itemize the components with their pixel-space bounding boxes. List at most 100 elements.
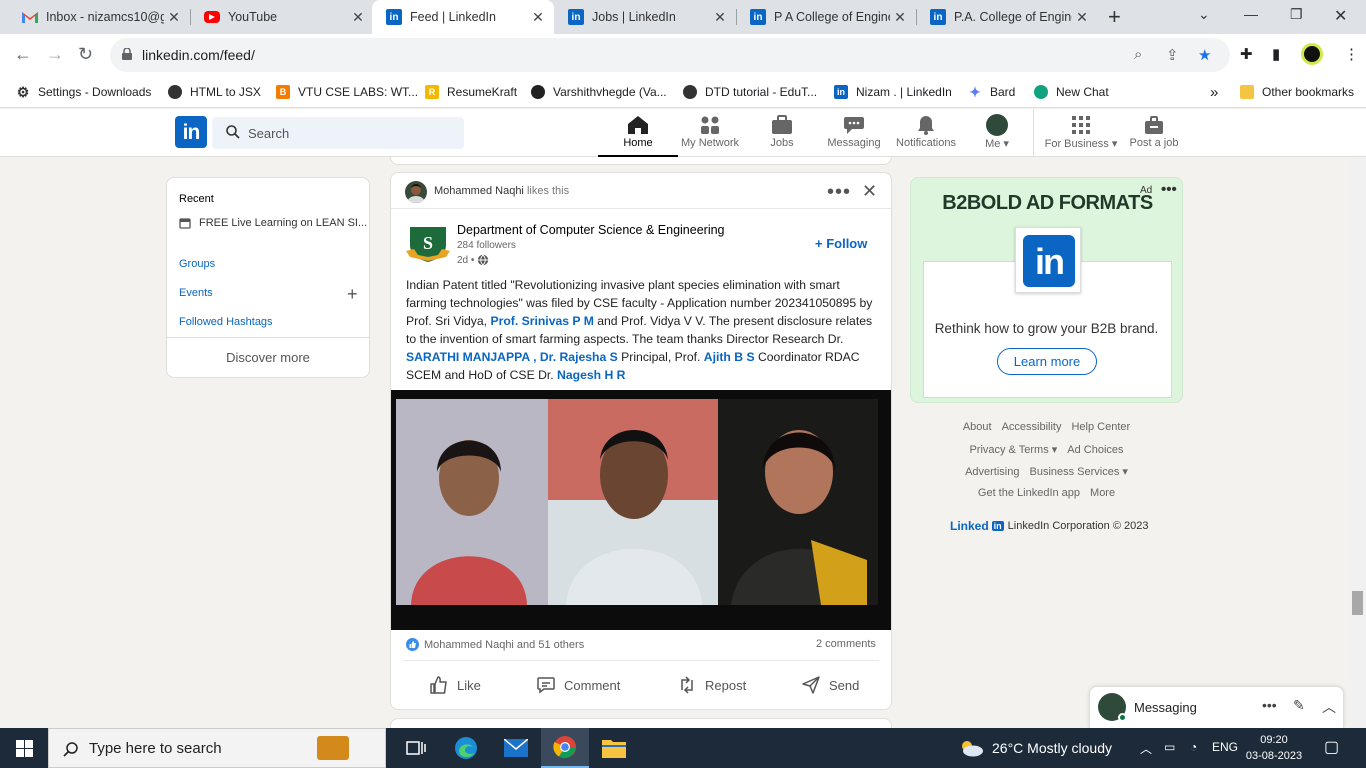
repost-button[interactable]: Repost [677, 675, 746, 695]
footer-help-center[interactable]: Help Center [1071, 421, 1130, 433]
restore-button[interactable]: ❐ [1290, 6, 1303, 23]
comments-count[interactable]: 2 comments [816, 638, 876, 650]
bookmark-resumekraft[interactable]: R ResumeKraft [425, 82, 517, 102]
bookmark-new-chat[interactable]: New Chat [1034, 82, 1109, 102]
tab-linkedin-jobs[interactable]: in Jobs | LinkedIn ✕ [554, 0, 736, 34]
taskbar-edge[interactable] [442, 728, 490, 768]
bookmarks-overflow-button[interactable]: » [1210, 82, 1218, 102]
close-tab-icon[interactable]: ✕ [528, 9, 548, 26]
mention-link[interactable]: SARATHI MANJAPPA , [406, 350, 536, 364]
comment-button[interactable]: Comment [536, 675, 620, 695]
show-hidden-icons[interactable]: ︿ [1140, 740, 1152, 757]
taskbar-search-input[interactable]: Type here to search [48, 728, 386, 768]
messaging-options-icon[interactable]: ••• [1262, 697, 1277, 713]
taskbar-clock[interactable]: 09:20 03-08-2023 [1244, 732, 1304, 764]
forward-button[interactable]: → [46, 44, 64, 65]
dismiss-post-icon[interactable]: ✕ [862, 181, 877, 202]
windows-start-button[interactable] [0, 728, 48, 768]
bookmark-github[interactable]: Varshithvhegde (Va... [531, 82, 667, 102]
post-image[interactable] [391, 390, 891, 630]
scrollbar-thumb[interactable] [1352, 591, 1363, 615]
page-scrollbar[interactable] [1349, 157, 1366, 728]
footer-more[interactable]: More [1090, 487, 1115, 499]
close-tab-icon[interactable]: ✕ [890, 9, 910, 26]
messaging-overlay[interactable]: Messaging ••• ✎ ︿ [1089, 686, 1344, 728]
taskbar-mail[interactable] [492, 728, 540, 768]
other-bookmarks[interactable]: Other bookmarks [1240, 82, 1354, 102]
nav-post-a-job[interactable]: Post a job [1114, 113, 1194, 149]
footer-get-app[interactable]: Get the LinkedIn app [978, 487, 1080, 499]
nav-for-business[interactable]: For Business ▾ [1041, 113, 1121, 150]
recent-group-item[interactable]: FREE Live Learning on LEAN SI... [179, 217, 367, 229]
org-name[interactable]: Department of Computer Science & Enginee… [457, 223, 725, 237]
minimize-button[interactable]: — [1244, 6, 1258, 22]
close-window-button[interactable]: ✕ [1334, 6, 1347, 26]
send-button[interactable]: Send [801, 675, 859, 695]
learn-more-button[interactable]: Learn more [997, 348, 1097, 375]
back-button[interactable]: ← [14, 44, 32, 65]
tab-gmail[interactable]: Inbox - nizamcs10@gi ✕ [8, 0, 190, 34]
extensions-icon[interactable]: ✚ [1240, 45, 1253, 63]
footer-business-services[interactable]: Business Services ▾ [1029, 466, 1127, 478]
followed-hashtags-link[interactable]: Followed Hashtags [179, 316, 273, 328]
notification-center-icon[interactable]: ▢ [1324, 737, 1339, 757]
footer-about[interactable]: About [963, 421, 992, 433]
menu-kebab-icon[interactable]: ⋮ [1344, 45, 1359, 63]
nav-notifications[interactable]: Notifications [886, 113, 966, 149]
reload-button[interactable]: ↻ [78, 44, 93, 65]
footer-advertising[interactable]: Advertising [965, 466, 1019, 478]
tab-search-chevron-icon[interactable]: ⌄ [1198, 6, 1210, 23]
zoom-icon[interactable]: ⌕ [1134, 46, 1142, 63]
liker-avatar[interactable] [405, 181, 427, 203]
bookmark-html-to-jsx[interactable]: HTML to JSX [168, 82, 261, 102]
mention-link[interactable]: Dr. Rajesha S [540, 350, 618, 364]
close-tab-icon[interactable]: ✕ [348, 9, 368, 26]
nav-home[interactable]: Home [598, 113, 678, 157]
org-logo[interactable]: S [406, 223, 450, 263]
language-indicator[interactable]: ENG [1212, 740, 1238, 754]
bookmark-bard[interactable]: ✦ Bard [968, 82, 1015, 102]
mention-link[interactable]: Prof. Srinivas P M [490, 314, 593, 328]
nav-me[interactable]: Me ▾ [957, 113, 1037, 150]
address-bar[interactable]: linkedin.com/feed/ ⌕ ⇪ ★ [110, 38, 1230, 72]
mention-link[interactable]: Nagesh H R [557, 368, 625, 382]
tab-youtube[interactable]: YouTube ✕ [190, 0, 374, 34]
bookmark-star-icon[interactable]: ★ [1198, 46, 1211, 64]
side-panel-icon[interactable]: ▮ [1272, 45, 1280, 63]
compose-message-icon[interactable]: ✎ [1293, 697, 1305, 714]
close-tab-icon[interactable]: ✕ [164, 9, 184, 26]
tab-linkedin-feed[interactable]: in Feed | LinkedIn ✕ [372, 0, 554, 34]
post-menu-icon[interactable]: ••• [827, 181, 851, 204]
weather-widget[interactable]: 26°C Mostly cloudy [958, 739, 1112, 757]
new-tab-button[interactable]: + [1108, 4, 1121, 30]
nav-jobs[interactable]: Jobs [742, 113, 822, 149]
footer-ad-choices[interactable]: Ad Choices [1067, 444, 1123, 456]
close-tab-icon[interactable]: ✕ [1072, 9, 1092, 26]
ad-card[interactable]: Ad ••• B2BOLD AD FORMATS in Rethink how … [910, 177, 1183, 403]
bookmark-vtu-cse-labs[interactable]: B VTU CSE LABS: WT... [276, 82, 418, 102]
task-view-button[interactable] [392, 728, 440, 768]
events-link[interactable]: Events [179, 287, 213, 299]
nav-messaging[interactable]: Messaging [814, 113, 894, 149]
nav-my-network[interactable]: My Network [670, 113, 750, 149]
taskbar-chrome[interactable] [541, 728, 589, 768]
linkedin-logo[interactable]: in [175, 116, 207, 148]
follow-button[interactable]: + Follow [815, 236, 867, 251]
chevron-up-icon[interactable]: ︿ [1322, 697, 1336, 717]
tab-pa-college-1[interactable]: in P A College of Enginee ✕ [736, 0, 916, 34]
groups-link[interactable]: Groups [179, 258, 215, 270]
search-input[interactable]: Search [212, 117, 464, 149]
mention-link[interactable]: Ajith B S [704, 350, 755, 364]
bookmark-dtd-tutorial[interactable]: DTD tutorial - EduT... [683, 82, 817, 102]
wifi-icon[interactable]: ◔ [1190, 740, 1197, 754]
reactions-summary[interactable]: Mohammed Naqhi and 51 others [406, 638, 584, 651]
profile-avatar[interactable] [1301, 43, 1323, 65]
share-icon[interactable]: ⇪ [1166, 46, 1179, 64]
footer-accessibility[interactable]: Accessibility [1002, 421, 1062, 433]
taskbar-file-explorer[interactable] [590, 728, 638, 768]
liker-name[interactable]: Mohammed Naqhi [434, 185, 524, 197]
discover-more-button[interactable]: Discover more [167, 350, 369, 365]
close-tab-icon[interactable]: ✕ [710, 9, 730, 26]
tab-pa-college-2[interactable]: in P.A. College of Enginee ✕ [916, 0, 1098, 34]
battery-icon[interactable]: ▭ [1164, 740, 1175, 754]
